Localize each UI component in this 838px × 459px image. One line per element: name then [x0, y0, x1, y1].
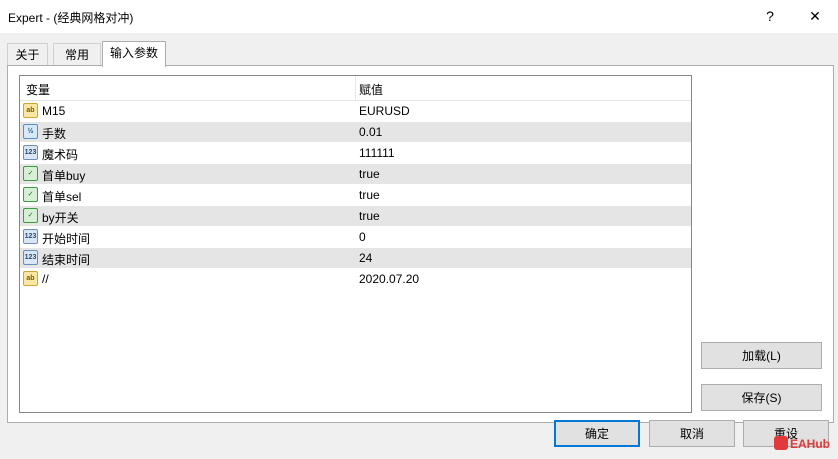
variable-value[interactable]: EURUSD [359, 104, 410, 118]
dbl-type-icon: ½ [23, 124, 38, 139]
tab-panel: 变量 赋值 ab M15 EURUSD ½ 手数 0.01 123 魔术码 111111 ✓ 首单b… [7, 65, 834, 423]
cancel-button[interactable]: 取消 [649, 420, 735, 447]
variable-value[interactable]: 111111 [359, 146, 395, 160]
table-row[interactable]: ✓ by开关 true [20, 206, 691, 227]
variable-value[interactable]: 24 [359, 251, 372, 265]
parameters-table: 变量 赋值 ab M15 EURUSD ½ 手数 0.01 123 魔术码 111111 ✓ 首单b… [19, 75, 692, 413]
variable-name: 开始时间 [42, 232, 91, 246]
variable-value[interactable]: 2020.07.20 [359, 272, 419, 286]
table-row[interactable]: 123 开始时间 0 [20, 227, 691, 248]
table-row[interactable]: ab // 2020.07.20 [20, 269, 691, 290]
close-button[interactable]: ✕ [804, 6, 826, 26]
tab-about[interactable]: 关于 [7, 43, 48, 66]
header-value[interactable]: 赋值 [359, 81, 383, 98]
watermark: EAHub [774, 436, 830, 451]
title-bar: Expert - (经典网格对冲) ? ✕ [0, 0, 838, 33]
variable-value[interactable]: 0.01 [359, 125, 382, 139]
variable-name: 结束时间 [42, 253, 91, 267]
variable-name: // [42, 272, 49, 286]
int-type-icon: 123 [23, 229, 38, 244]
variable-value[interactable]: true [359, 188, 380, 202]
tab-inputs[interactable]: 输入参数 [102, 41, 166, 67]
table-header: 变量 赋值 [20, 76, 691, 101]
variable-name: 魔术码 [42, 148, 79, 162]
table-row[interactable]: ✓ 首单sel true [20, 185, 691, 206]
table-row[interactable]: 123 结束时间 24 [20, 248, 691, 269]
window-title: Expert - (经典网格对冲) [8, 11, 134, 25]
column-separator[interactable] [355, 76, 356, 100]
save-button[interactable]: 保存(S) [701, 384, 822, 411]
variable-name: 首单sel [42, 190, 82, 204]
bool-type-icon: ✓ [23, 166, 38, 181]
variable-name: M15 [42, 104, 66, 118]
variable-value[interactable]: true [359, 209, 380, 223]
variable-value[interactable]: true [359, 167, 380, 181]
ab-type-icon: ab [23, 271, 38, 286]
ab-type-icon: ab [23, 103, 38, 118]
ok-button[interactable]: 确定 [554, 420, 640, 447]
int-type-icon: 123 [23, 250, 38, 265]
bool-type-icon: ✓ [23, 187, 38, 202]
variable-name: 手数 [42, 127, 67, 141]
header-variable[interactable]: 变量 [26, 81, 50, 98]
variable-name: 首单buy [42, 169, 86, 183]
table-row[interactable]: ✓ 首单buy true [20, 164, 691, 185]
watermark-text: EAHub [790, 437, 830, 451]
table-row[interactable]: ½ 手数 0.01 [20, 122, 691, 143]
int-type-icon: 123 [23, 145, 38, 160]
variable-name: by开关 [42, 211, 79, 225]
bool-type-icon: ✓ [23, 208, 38, 223]
table-body: ab M15 EURUSD ½ 手数 0.01 123 魔术码 111111 ✓ 首单buy true… [20, 101, 691, 290]
variable-value[interactable]: 0 [359, 230, 366, 244]
tab-common[interactable]: 常用 [53, 43, 101, 66]
load-button[interactable]: 加载(L) [701, 342, 822, 369]
table-row[interactable]: ab M15 EURUSD [20, 101, 691, 122]
table-row[interactable]: 123 魔术码 111111 [20, 143, 691, 164]
eahub-logo-icon [774, 436, 788, 450]
help-button[interactable]: ? [759, 6, 781, 26]
